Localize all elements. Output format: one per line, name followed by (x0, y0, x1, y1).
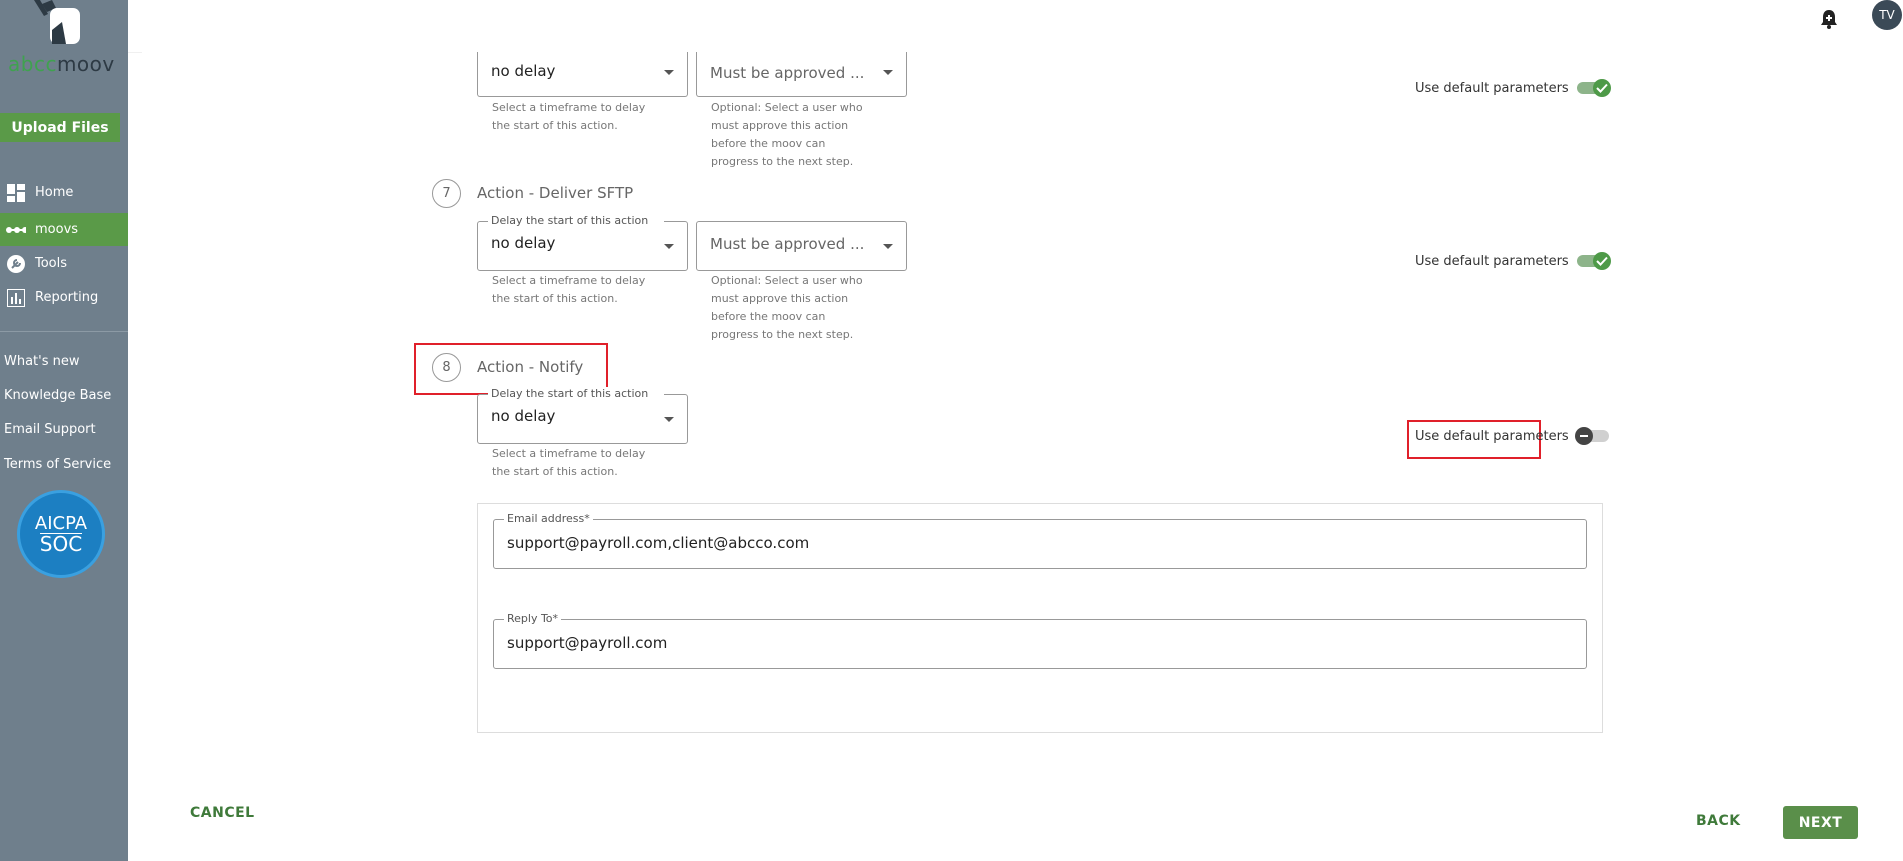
email-address-field[interactable]: Email address* support@payroll.com,clien… (493, 512, 1587, 569)
approver-helper: Optional: Select a user who must approve … (711, 274, 863, 341)
step-title: Action - Notify (477, 358, 584, 376)
logo-text: abccmoov (8, 52, 115, 76)
approver-select[interactable]: Must be approved ... (696, 52, 907, 97)
next-button[interactable]: NEXT (1783, 806, 1858, 839)
sidebar-item-home[interactable]: Home (0, 176, 128, 209)
chevron-down-icon (664, 417, 674, 422)
sidebar-item-label: Home (35, 185, 74, 200)
aicpa-soc-badge: AICPA SOC (17, 490, 105, 578)
bell-plus-icon[interactable] (1818, 8, 1840, 30)
reply-to-field[interactable]: Reply To* support@payroll.com (493, 612, 1587, 669)
link-knowledge-base[interactable]: Knowledge Base (4, 388, 111, 403)
step-number: 7 (432, 179, 461, 208)
toggle-switch[interactable] (1574, 427, 1611, 445)
approver-select[interactable]: Must be approved ... (696, 221, 907, 271)
link-terms-of-service[interactable]: Terms of Service (4, 457, 111, 472)
sidebar-item-label: Tools (35, 256, 68, 271)
delay-helper: Select a timeframe to delay the start of … (492, 274, 646, 305)
sidebar-item-label: Reporting (35, 290, 99, 305)
sidebar: abccmoov Upload Files Home moovs Tools R… (0, 0, 128, 861)
delay-select[interactable]: Delay the start of this action no delay (477, 387, 688, 444)
wrench-icon (6, 254, 26, 274)
sidebar-item-moovs[interactable]: moovs (0, 213, 128, 246)
step-number: 8 (432, 353, 461, 382)
chevron-down-icon (883, 70, 893, 75)
sidebar-item-label: moovs (35, 222, 79, 237)
chevron-down-icon (664, 70, 674, 75)
delay-helper: Select a timeframe to delay the start of … (492, 447, 646, 478)
logo-icon (34, 0, 80, 44)
logo[interactable]: abccmoov (0, 0, 128, 76)
chart-icon (6, 288, 26, 308)
sidebar-divider (0, 331, 128, 332)
main-content: no delay Select a timeframe to delay the … (142, 52, 1903, 861)
toggle-switch[interactable] (1575, 79, 1611, 97)
back-button[interactable]: BACK (1696, 813, 1741, 829)
top-bar (128, 0, 1903, 53)
delay-select[interactable]: Delay the start of this action no delay (477, 214, 688, 271)
dots-icon (6, 220, 26, 240)
link-whats-new[interactable]: What's new (4, 354, 80, 369)
default-params-toggle[interactable]: Use default parameters (1415, 427, 1611, 445)
step-title: Action - Deliver SFTP (477, 184, 634, 202)
sidebar-item-reporting[interactable]: Reporting (0, 281, 128, 314)
approver-helper: Optional: Select a user who must approve … (711, 101, 863, 168)
default-params-toggle[interactable]: Use default parameters (1415, 79, 1611, 97)
delay-helper: Select a timeframe to delay the start of … (492, 101, 646, 132)
delay-select[interactable]: no delay (477, 52, 688, 97)
toggle-switch[interactable] (1575, 252, 1611, 270)
upload-files-button[interactable]: Upload Files (0, 113, 120, 142)
dashboard-icon (6, 183, 26, 203)
sidebar-item-tools[interactable]: Tools (0, 247, 128, 280)
cancel-button[interactable]: CANCEL (190, 805, 255, 821)
default-params-toggle[interactable]: Use default parameters (1415, 252, 1611, 270)
chevron-down-icon (664, 244, 674, 249)
chevron-down-icon (883, 244, 893, 249)
link-email-support[interactable]: Email Support (4, 422, 96, 437)
avatar[interactable]: TV (1872, 0, 1902, 30)
